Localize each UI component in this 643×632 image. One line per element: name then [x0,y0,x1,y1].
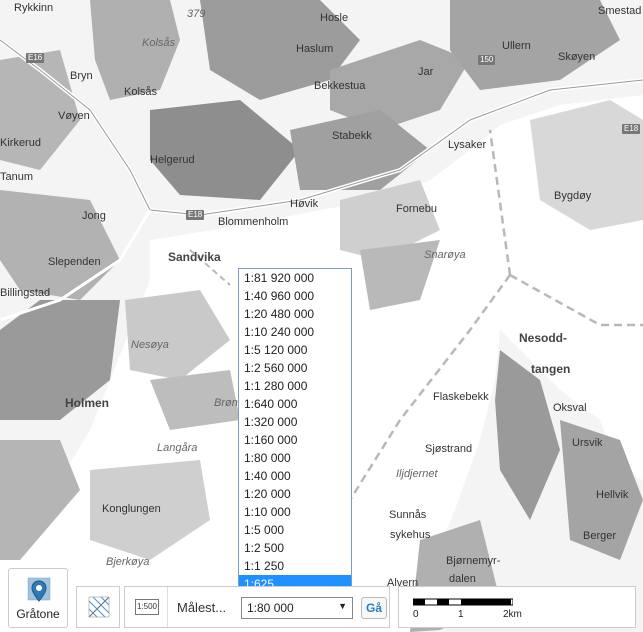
place-label: Tanum [0,171,34,183]
scale-select[interactable]: 1:80 000 ▼ [241,597,353,619]
place-label: Kolsås [124,86,158,98]
scale-option[interactable]: 1:2 500 [239,539,351,557]
scale-option[interactable]: 1:81 920 000 [239,269,351,287]
place-label: Kirkerud [0,137,41,149]
place-label: Lysaker [448,139,487,151]
place-label: Hosle [320,12,349,24]
place-label: Holmen [65,396,110,410]
scale-dropdown-list[interactable]: 1:81 920 000 1:40 960 000 1:20 480 000 1:10… [238,268,352,594]
divider [167,587,168,627]
scale-option[interactable]: 1:160 000 [239,431,351,449]
scale-bar-label-1: 1 [458,609,464,620]
place-label: Konglungen [102,503,161,515]
place-label: Langåra [157,442,198,454]
place-label: Oksval [553,402,587,414]
scale-bar-label-0: 0 [413,609,419,620]
scale-option[interactable]: 1:10 000 [239,503,351,521]
place-label: Sunnås [389,509,427,521]
place-label: Billingstad [0,287,51,299]
place-label: Nesodd- [519,331,567,345]
scale-option[interactable]: 1:320 000 [239,413,351,431]
scale-option[interactable]: 1:640 000 [239,395,351,413]
place-label: Slependen [48,256,101,268]
scale-measure-bar: 1:500 Målest... 1:80 000 ▼ Gå [124,586,390,628]
place-label: Kolsås [142,37,176,49]
place-label: tangen [531,362,571,376]
scale-option[interactable]: 1:1 250 [239,557,351,575]
place-label: Ullern [502,40,531,52]
scale-option[interactable]: 1:5 120 000 [239,341,351,359]
place-label: Jar [418,66,434,78]
place-label: Høvik [290,198,319,210]
grid-icon [88,596,110,618]
scale-bar-graphic [413,598,513,606]
scale-option[interactable]: 1:5 000 [239,521,351,539]
scale-option[interactable]: 1:2 560 000 [239,359,351,377]
place-label: Berger [583,530,617,542]
basemap-layer-label: Gråtone [16,607,60,621]
place-label: Jong [82,210,106,222]
scale-option[interactable]: 1:20 480 000 [239,305,351,323]
scale-option[interactable]: 1:40 960 000 [239,287,351,305]
place-label: Haslum [296,43,334,55]
scale-bar-label-2: 2km [503,609,522,620]
coordinate-grid-button[interactable] [76,586,120,628]
go-button[interactable]: Gå [361,597,387,619]
place-label: Bekkestua [314,80,366,92]
road-number-badge: E18 [186,210,205,220]
ruler-icon[interactable]: 1:500 [135,599,159,615]
scale-option[interactable]: 1:80 000 [239,449,351,467]
place-label: Vøyen [58,110,90,122]
place-label: Bygdøy [554,190,592,202]
place-label: Hellvik [596,489,629,501]
scale-option[interactable]: 1:40 000 [239,467,351,485]
scale-bar: 0 1 2km [398,586,636,628]
scale-select-value: 1:80 000 [247,601,294,615]
place-label: dalen [449,573,476,585]
place-label: Iljdjernet [396,468,438,480]
basemap-layer-button[interactable]: Gråtone [8,568,68,628]
place-label: Helgerud [150,154,195,166]
scale-option[interactable]: 1:10 240 000 [239,323,351,341]
road-number-badge: E16 [26,53,45,63]
chevron-down-icon: ▼ [338,601,347,611]
map-pin-icon [27,577,51,602]
place-label: Rykkinn [14,2,54,14]
place-label: Bjørnemyr- [446,555,501,567]
scale-option[interactable]: 1:20 000 [239,485,351,503]
place-label: Bryn [70,70,93,82]
road-number-badge: 150 [478,55,496,65]
ruler-icon-text: 1:500 [136,602,158,611]
road-number-badge: E18 [622,124,641,134]
scale-option[interactable]: 1:1 280 000 [239,377,351,395]
place-label: Flaskebekk [433,391,489,403]
place-label: Nesøya [131,339,169,351]
place-label: Bjerkøya [106,556,150,568]
place-label: Fornebu [396,203,437,215]
place-label: Skøyen [558,51,596,63]
place-label: Ursvik [572,437,603,449]
place-label: Smestad [598,5,642,17]
place-label: 379 [187,8,206,20]
place-label: Stabekk [332,130,372,142]
place-label: Snarøya [424,249,466,261]
measure-label[interactable]: Målest... [177,600,226,615]
place-label: sykehus [390,529,431,541]
place-label: Sjøstrand [425,443,473,455]
place-label: Blommenholm [218,216,289,228]
place-label: Sandvika [168,250,221,264]
